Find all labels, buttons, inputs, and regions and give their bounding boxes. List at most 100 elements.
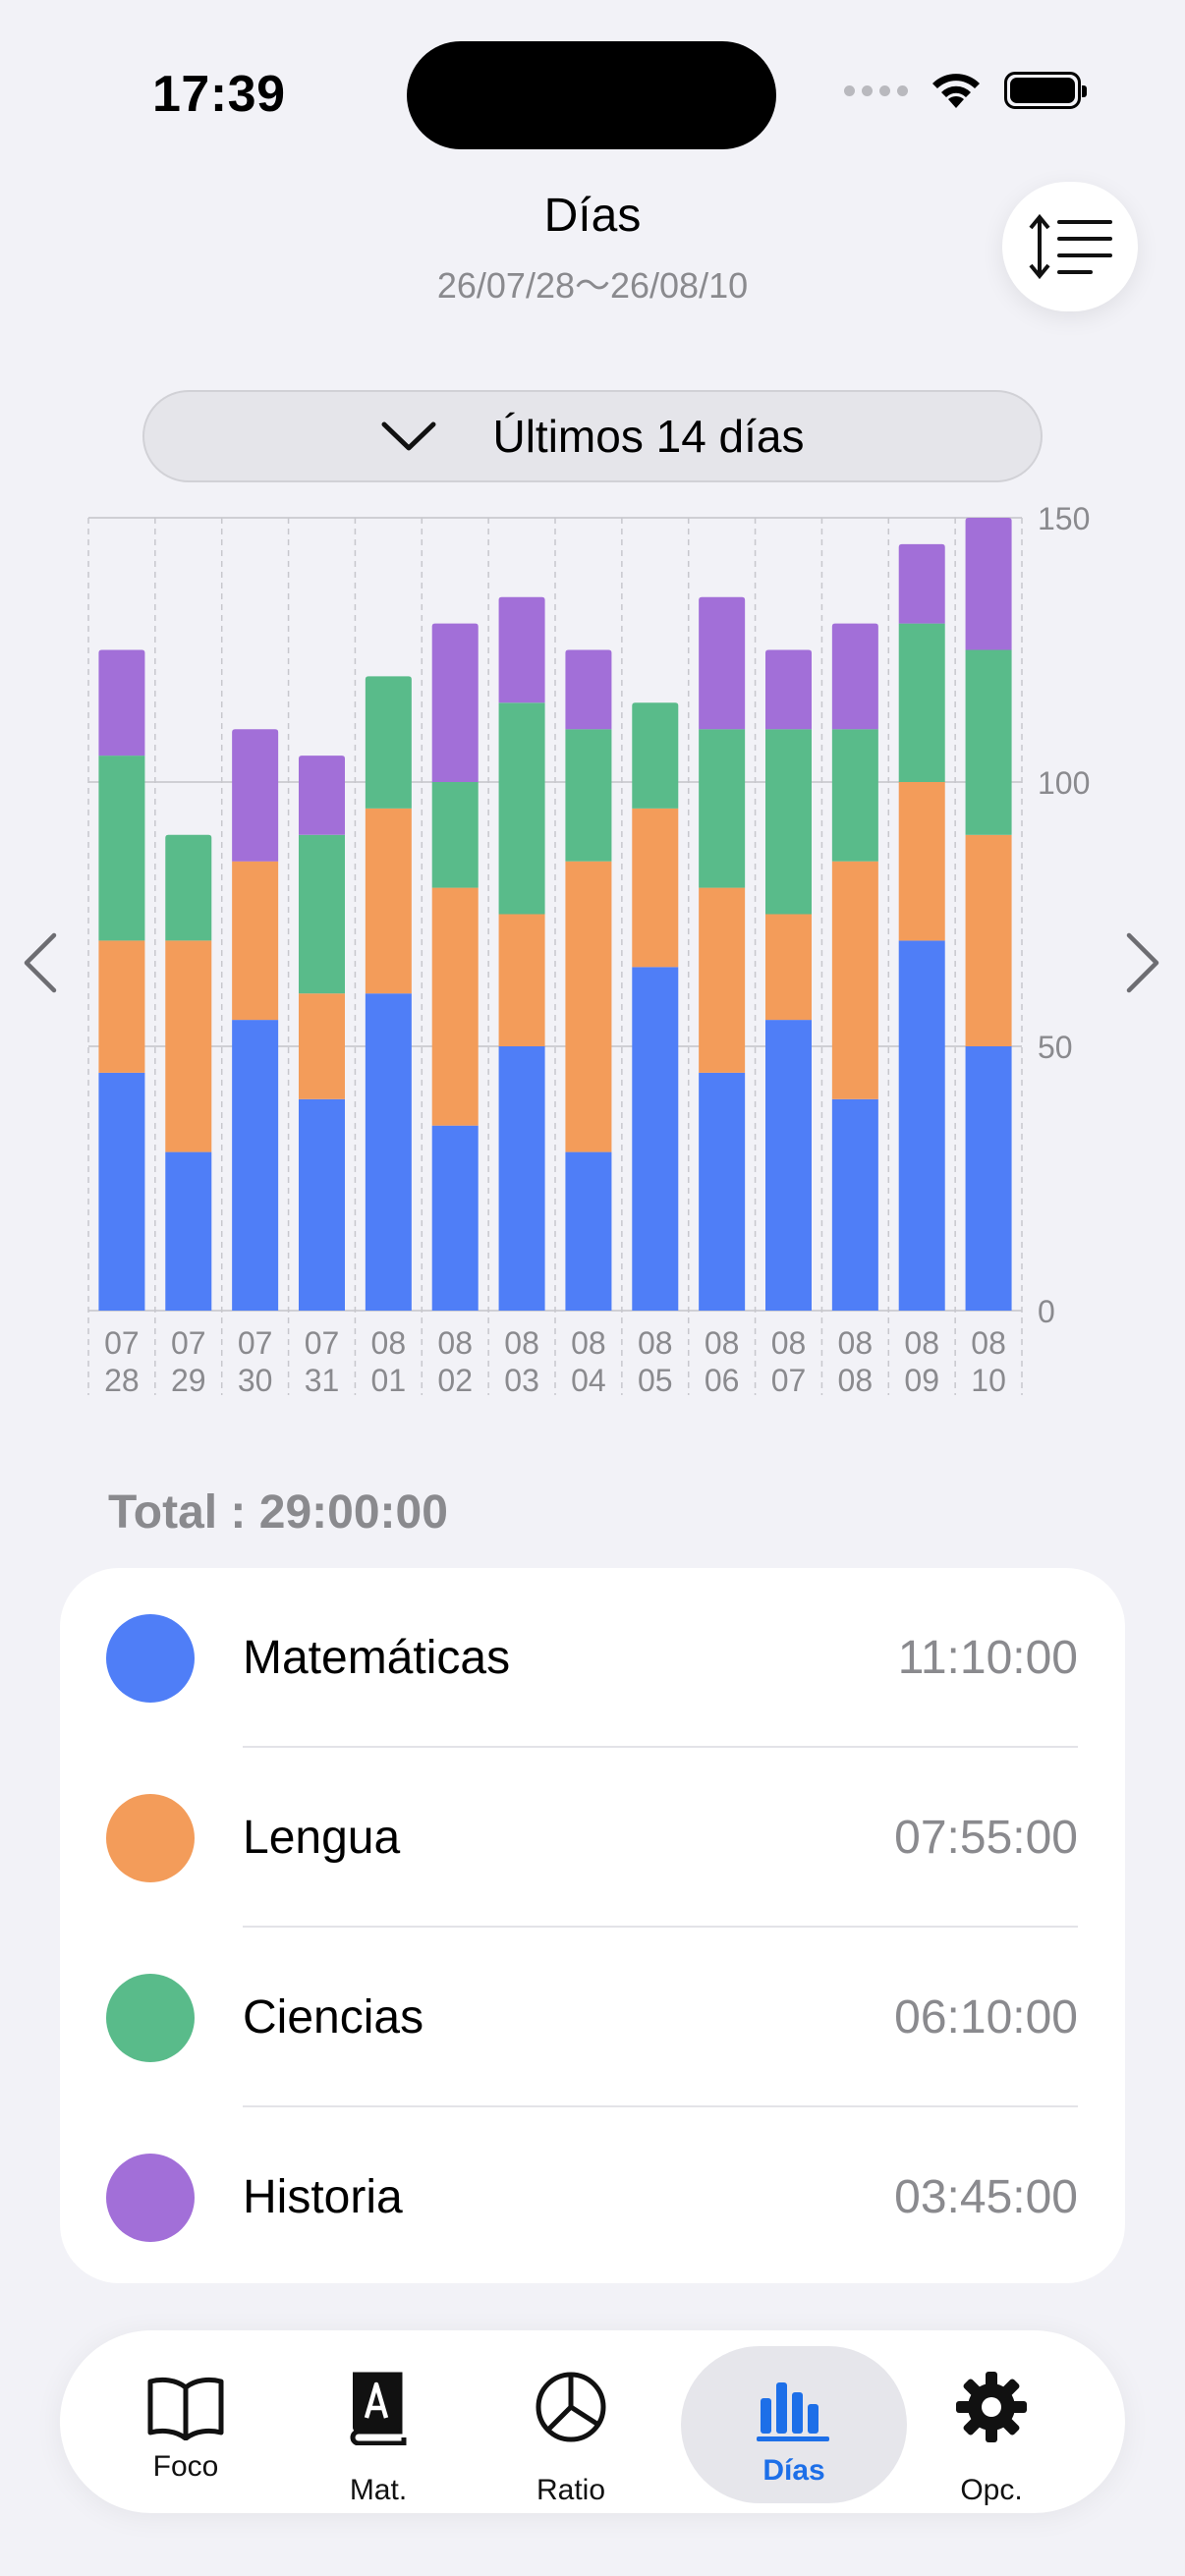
bar-segment — [365, 676, 412, 809]
x-tick-label: 08 — [437, 1325, 473, 1361]
dictionary-icon — [337, 2366, 420, 2448]
tab-focus[interactable]: Foco — [87, 2330, 284, 2513]
bar-segment — [965, 834, 1012, 1046]
x-tick-label: 28 — [104, 1363, 140, 1398]
bar-segment — [299, 1098, 345, 1311]
x-tick-label: 08 — [838, 1363, 874, 1398]
bar-segment — [831, 623, 878, 730]
stacked-bar-chart: 0501001500728072907300731080108020803080… — [87, 501, 1090, 1398]
bar-segment — [498, 702, 545, 915]
x-tick-label: 08 — [838, 1325, 874, 1361]
x-tick-label: 07 — [104, 1325, 140, 1361]
bar-segment — [98, 649, 145, 756]
tab-bar: Foco Mat. Ratio Días Opc. — [60, 2330, 1125, 2513]
x-tick-label: 08 — [705, 1325, 740, 1361]
color-dot — [106, 1794, 195, 1882]
x-tick-label: 08 — [504, 1325, 539, 1361]
bar-segment — [831, 729, 878, 862]
x-tick-label: 08 — [771, 1325, 807, 1361]
bar-segment — [232, 729, 279, 862]
dynamic-island — [407, 41, 776, 149]
list-item[interactable]: Lengua 07:55:00 — [60, 1748, 1125, 1928]
bar-segment — [165, 834, 212, 941]
book-open-icon — [144, 2366, 227, 2448]
signal-dots-icon — [844, 84, 908, 96]
x-tick-label: 08 — [371, 1325, 407, 1361]
color-dot — [106, 1974, 195, 2062]
bar-segment — [699, 887, 746, 1073]
x-tick-label: 31 — [305, 1363, 340, 1398]
bar-segment — [765, 914, 812, 1021]
previous-period-button[interactable] — [16, 924, 65, 1002]
tab-options[interactable]: Opc. — [893, 2330, 1090, 2513]
bar-segment — [98, 1072, 145, 1311]
subject-time: 03:45:00 — [894, 2171, 1078, 2223]
bar-segment — [699, 596, 746, 730]
y-tick-label: 0 — [1038, 1294, 1055, 1329]
bar-segment — [632, 967, 679, 1311]
tab-label: Días — [762, 2454, 825, 2487]
bar-segment — [965, 649, 1012, 835]
bar-segment — [965, 518, 1012, 650]
bar-segment — [632, 702, 679, 809]
tab-ratio[interactable]: Ratio — [473, 2330, 669, 2513]
next-period-button[interactable] — [1118, 924, 1167, 1002]
period-selector[interactable]: Últimos 14 días — [142, 390, 1043, 482]
bar-segment — [699, 729, 746, 888]
bar-segment — [565, 729, 612, 862]
bar-segment — [831, 1098, 878, 1311]
subject-name: Ciencias — [243, 1991, 424, 2044]
x-tick-label: 05 — [638, 1363, 673, 1398]
x-tick-label: 09 — [904, 1363, 939, 1398]
color-dot — [106, 1614, 195, 1703]
x-tick-label: 08 — [571, 1325, 606, 1361]
tab-label: Ratio — [536, 2474, 606, 2506]
subject-time: 07:55:00 — [894, 1812, 1078, 1864]
bar-segment — [565, 1151, 612, 1311]
tab-days[interactable]: Días — [681, 2346, 907, 2503]
status-time: 17:39 — [152, 66, 286, 123]
list-item[interactable]: Matemáticas 11:10:00 — [60, 1568, 1125, 1748]
bar-segment — [898, 782, 945, 941]
bar-segment — [765, 649, 812, 730]
sort-button[interactable] — [1002, 182, 1138, 311]
bar-segment — [232, 1020, 279, 1311]
x-tick-label: 01 — [371, 1363, 407, 1398]
bar-segment — [365, 808, 412, 994]
y-tick-label: 50 — [1038, 1030, 1073, 1065]
subject-name: Lengua — [243, 1812, 401, 1864]
bar-segment — [498, 914, 545, 1046]
sort-lines-icon — [1029, 213, 1112, 280]
list-item[interactable]: Historia 03:45:00 — [60, 2107, 1125, 2287]
bar-segment — [898, 623, 945, 782]
bar-segment — [565, 649, 612, 730]
x-tick-label: 07 — [305, 1325, 340, 1361]
x-tick-label: 02 — [437, 1363, 473, 1398]
x-tick-label: 10 — [971, 1363, 1006, 1398]
x-tick-label: 07 — [771, 1363, 807, 1398]
bar-segment — [765, 729, 812, 915]
x-tick-label: 04 — [571, 1363, 606, 1398]
bar-segment — [232, 861, 279, 1021]
x-tick-label: 03 — [504, 1363, 539, 1398]
bar-segment — [699, 1072, 746, 1311]
tab-materials[interactable]: Mat. — [280, 2330, 477, 2513]
x-tick-label: 06 — [705, 1363, 740, 1398]
bar-chart-icon — [753, 2368, 835, 2450]
x-tick-label: 08 — [638, 1325, 673, 1361]
status-icons — [844, 71, 1087, 110]
tab-label: Opc. — [960, 2474, 1023, 2506]
x-tick-label: 30 — [238, 1363, 273, 1398]
x-tick-label: 08 — [971, 1325, 1006, 1361]
list-item[interactable]: Ciencias 06:10:00 — [60, 1928, 1125, 2107]
tab-label: Mat. — [349, 2474, 408, 2506]
bar-segment — [299, 834, 345, 994]
total-time: Total : 29:00:00 — [108, 1486, 448, 1539]
x-tick-label: 29 — [171, 1363, 206, 1398]
wifi-icon — [932, 74, 980, 108]
tab-label: Foco — [152, 2450, 219, 2483]
bar-segment — [965, 1046, 1012, 1311]
subject-summary-card: Matemáticas 11:10:00 Lengua 07:55:00 Cie… — [60, 1568, 1125, 2283]
chevron-down-icon — [381, 421, 436, 451]
bar-segment — [431, 1125, 479, 1311]
